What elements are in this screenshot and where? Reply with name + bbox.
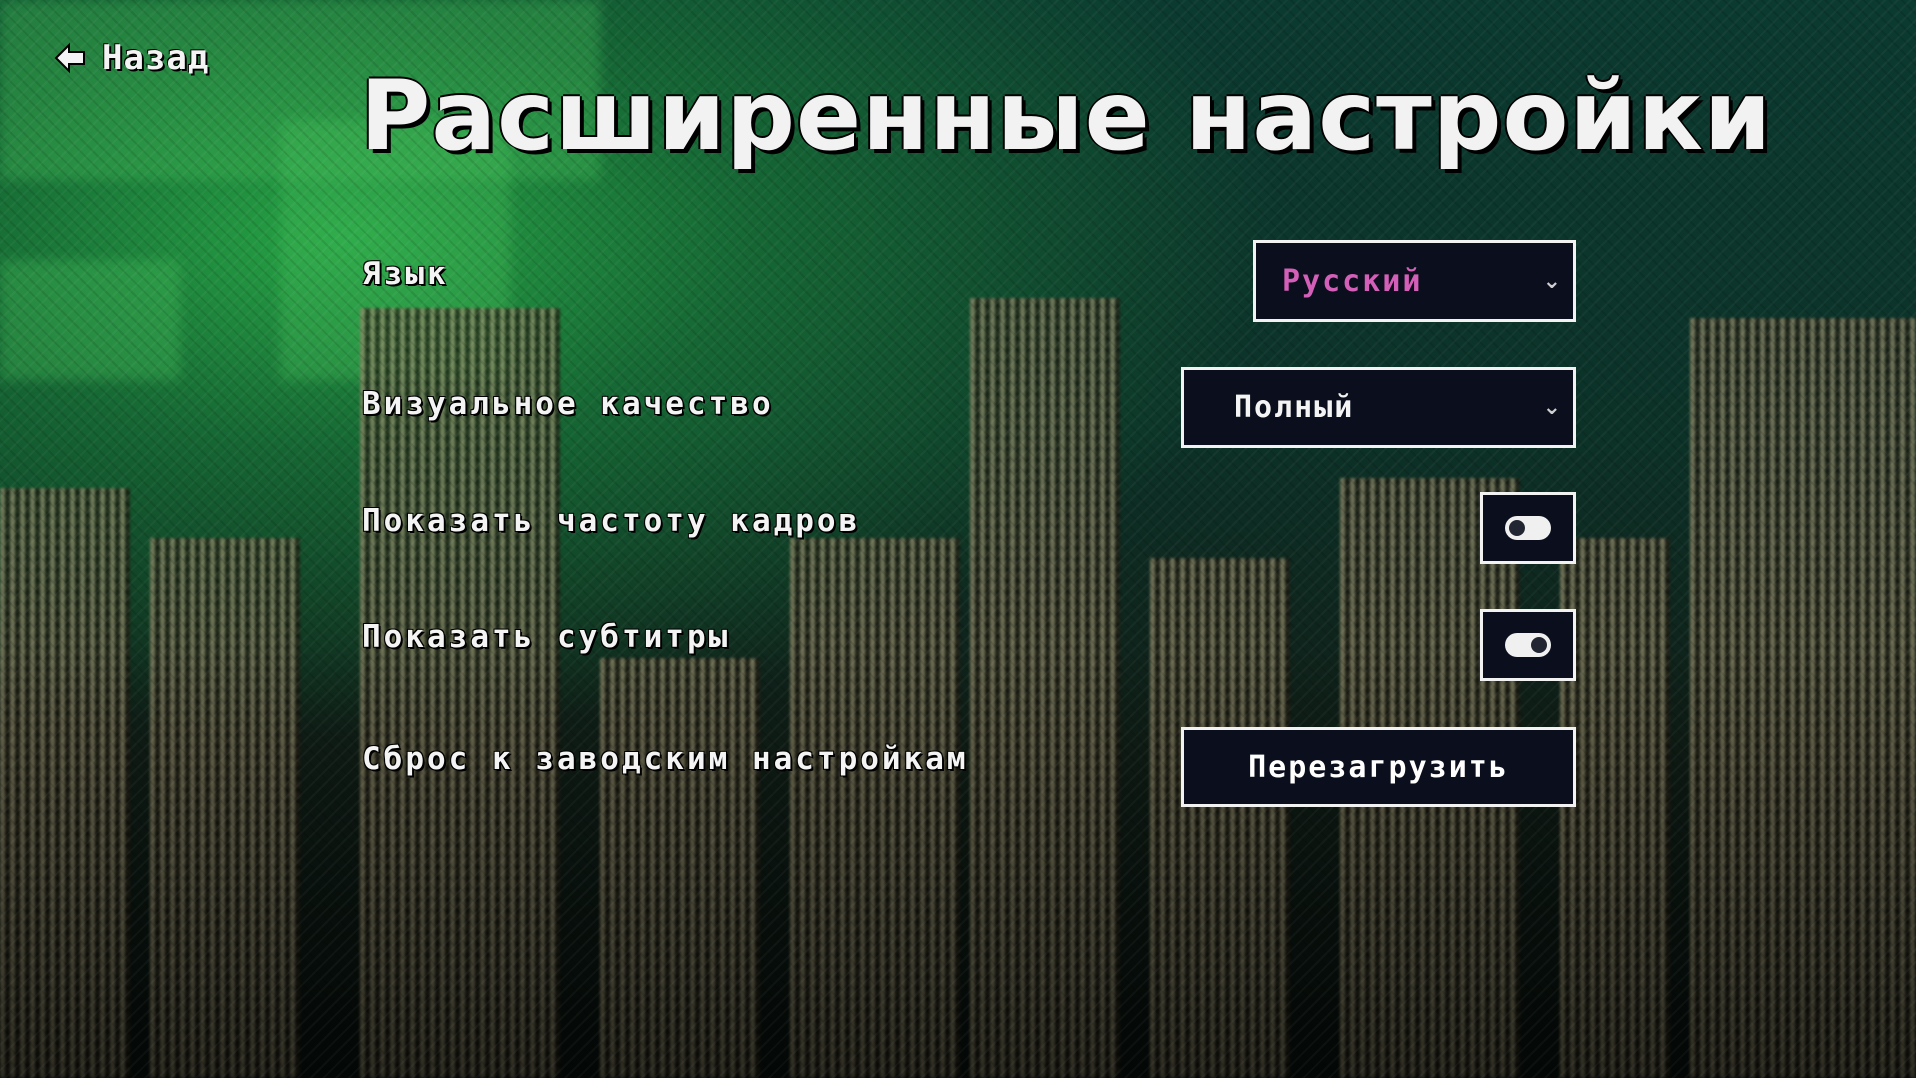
language-select[interactable]: Русский ⌄ (1253, 240, 1576, 322)
visual-quality-label: Визуальное качество (362, 386, 774, 422)
visual-quality-value: Полный (1234, 390, 1355, 425)
arrow-left-icon (54, 42, 86, 74)
chevron-down-icon: ⌄ (1542, 395, 1563, 420)
toggle-knob (1509, 520, 1525, 536)
toggle-switch-off (1505, 516, 1551, 540)
factory-reset-label: Сброс к заводским настройкам (362, 741, 969, 777)
toggle-switch-on (1505, 633, 1551, 657)
back-label: Назад (102, 38, 210, 78)
restart-button[interactable]: Перезагрузить (1181, 727, 1576, 807)
show-fps-toggle[interactable] (1480, 492, 1576, 564)
show-subtitles-toggle[interactable] (1480, 609, 1576, 681)
show-subtitles-label: Показать субтитры (362, 619, 731, 655)
visual-quality-select[interactable]: Полный ⌄ (1181, 367, 1576, 448)
toggle-knob (1531, 637, 1547, 653)
language-value: Русский (1282, 263, 1423, 299)
language-label: Язык (362, 256, 449, 292)
back-button[interactable]: Назад (54, 38, 209, 78)
show-fps-label: Показать частоту кадров (362, 503, 861, 539)
page-title: Расширенные настройки (360, 60, 1773, 172)
chevron-down-icon: ⌄ (1542, 268, 1563, 294)
